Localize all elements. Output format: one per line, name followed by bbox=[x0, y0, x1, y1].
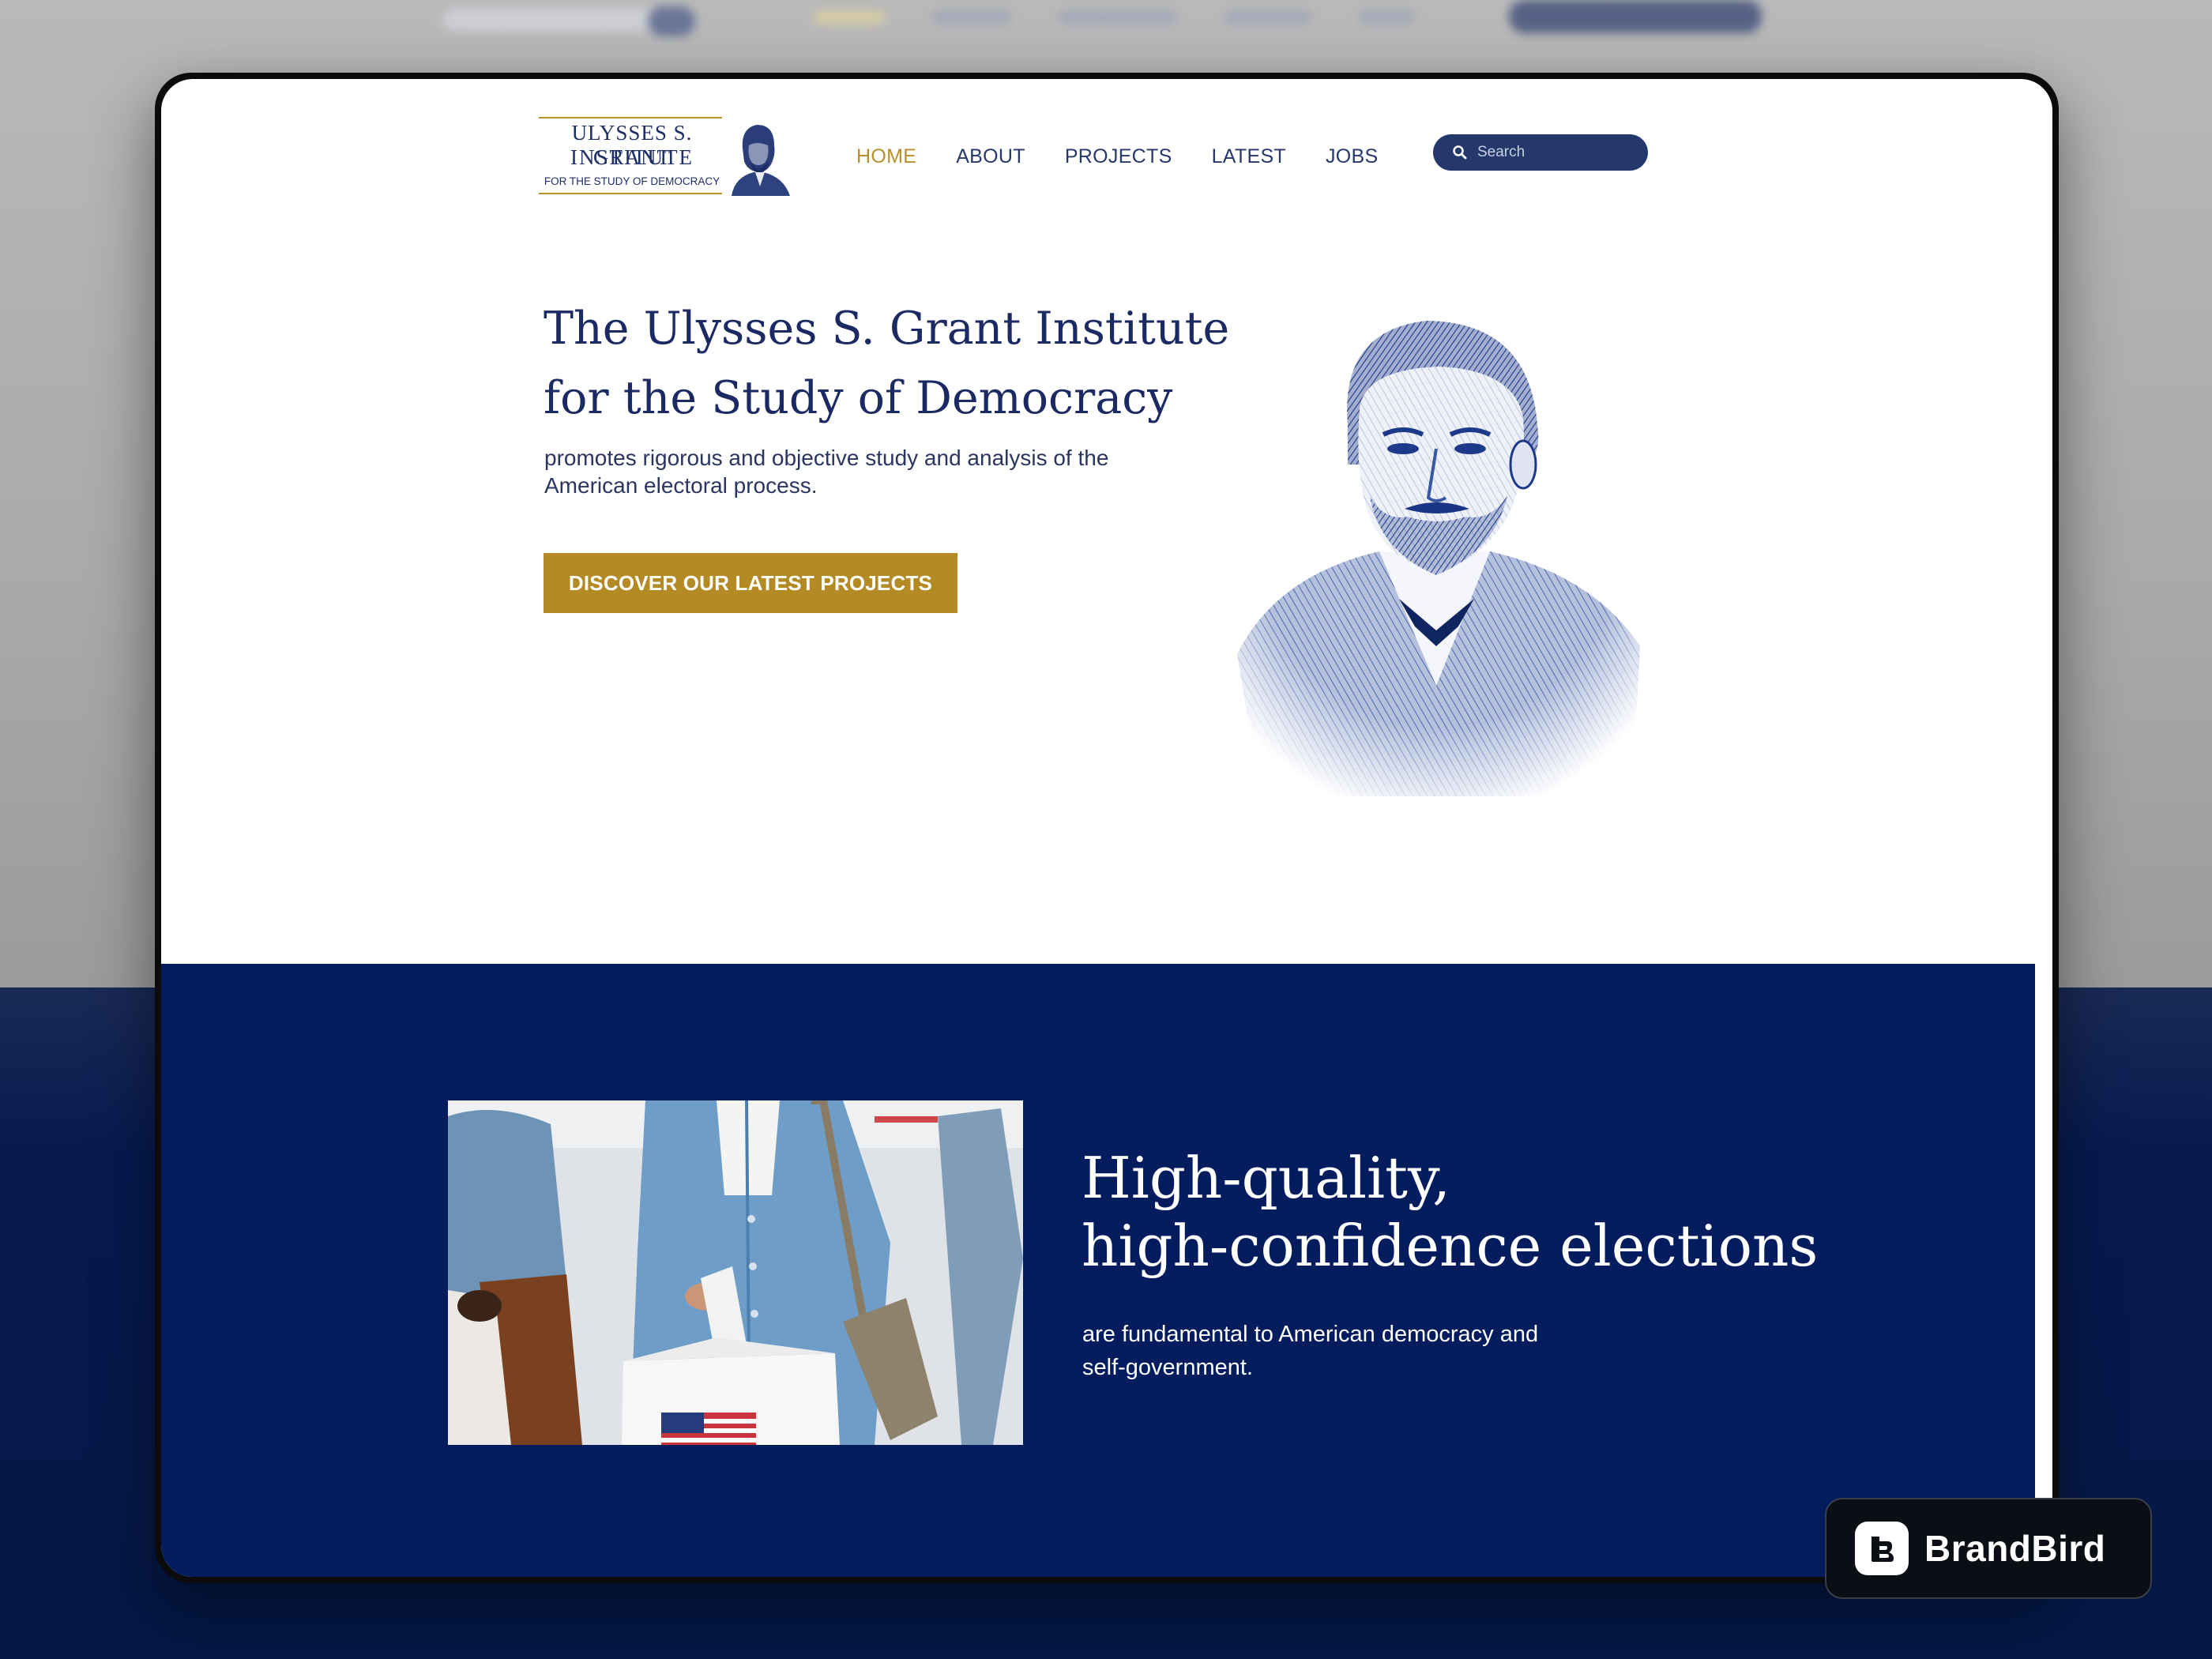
feature-title: High-quality, high-confidence elections bbox=[1082, 1144, 1951, 1280]
discover-projects-button[interactable]: DISCOVER OUR LATEST PROJECTS bbox=[544, 553, 957, 613]
feature-subtitle-line1: are fundamental to American democracy an… bbox=[1082, 1322, 1539, 1347]
brandbird-badge[interactable]: BrandBird bbox=[1825, 1498, 2152, 1599]
search-icon bbox=[1453, 145, 1467, 160]
logo-portrait-icon bbox=[732, 125, 790, 196]
elections-feature-section: High-quality, high-confidence elections … bbox=[161, 964, 2035, 1577]
brandbird-label: BrandBird bbox=[1924, 1528, 2106, 1569]
nav-home[interactable]: HOME bbox=[856, 141, 916, 172]
hero-subtitle-line2: American electoral process. bbox=[544, 473, 818, 498]
grant-portrait-image bbox=[1229, 314, 1648, 796]
backdrop-blurred-nav bbox=[0, 0, 2212, 47]
hero-title-line2: for the Study of Democracy bbox=[544, 372, 1173, 424]
nav-latest[interactable]: LATEST bbox=[1212, 141, 1286, 172]
search-box[interactable] bbox=[1433, 134, 1648, 171]
site-logo[interactable]: ULYSSES S. GRANT INSTITUTE FOR THE STUDY… bbox=[539, 117, 792, 202]
logo-text-line3: FOR THE STUDY OF DEMOCRACY bbox=[544, 175, 720, 187]
device-frame: ULYSSES S. GRANT INSTITUTE FOR THE STUDY… bbox=[155, 73, 2059, 1583]
main-nav: HOME ABOUT PROJECTS LATEST JOBS bbox=[856, 141, 1418, 172]
feature-title-line1: High-quality, bbox=[1082, 1145, 1450, 1211]
logo-rule-top bbox=[539, 117, 722, 118]
hero-title: The Ulysses S. Grant Institute for the S… bbox=[544, 294, 1255, 433]
browser-viewport: ULYSSES S. GRANT INSTITUTE FOR THE STUDY… bbox=[161, 79, 2052, 1577]
hero-title-line1: The Ulysses S. Grant Institute bbox=[544, 303, 1230, 355]
nav-projects[interactable]: PROJECTS bbox=[1065, 141, 1172, 172]
brandbird-logo-icon bbox=[1855, 1522, 1909, 1575]
feature-subtitle: are fundamental to American democracy an… bbox=[1082, 1318, 1635, 1384]
nav-about[interactable]: ABOUT bbox=[956, 141, 1025, 172]
logo-rule-bottom bbox=[539, 193, 722, 194]
ballot-box-photo bbox=[448, 1100, 1023, 1445]
search-input[interactable] bbox=[1476, 143, 1637, 162]
feature-title-line2: high-confidence elections bbox=[1082, 1213, 1819, 1279]
logo-text-line2: INSTITUTE bbox=[570, 145, 694, 169]
hero-subtitle: promotes rigorous and objective study an… bbox=[544, 444, 1145, 499]
nav-jobs[interactable]: JOBS bbox=[1326, 141, 1379, 172]
hero-subtitle-line1: promotes rigorous and objective study an… bbox=[544, 446, 1109, 470]
feature-subtitle-line2: self-government. bbox=[1082, 1355, 1253, 1380]
